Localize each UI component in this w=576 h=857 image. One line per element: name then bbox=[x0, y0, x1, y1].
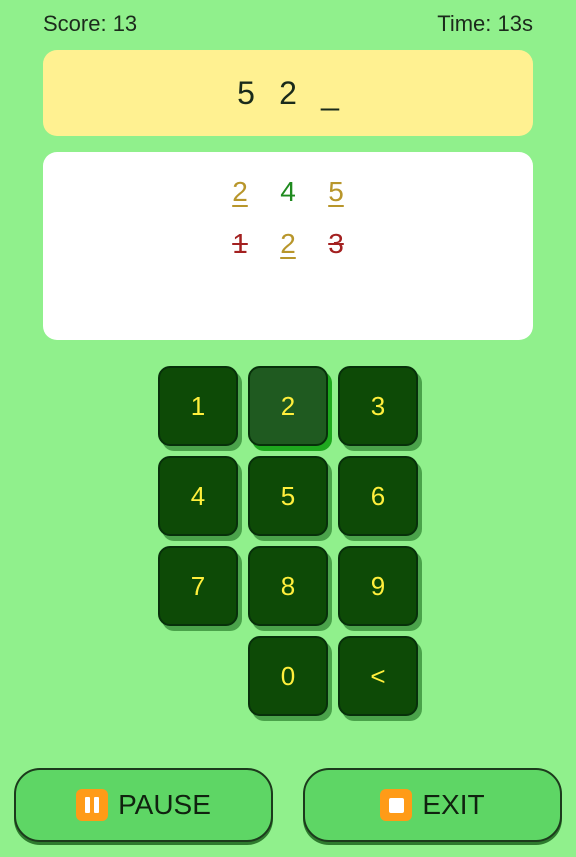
history-digit: 5 bbox=[328, 176, 344, 207]
key-8[interactable]: 8 bbox=[248, 546, 328, 626]
guess-slot-3: _ bbox=[321, 74, 339, 111]
timer-label: Time: 13s bbox=[437, 11, 533, 36]
score-label: Score: 13 bbox=[43, 11, 138, 36]
history-digit: 2 bbox=[280, 228, 296, 259]
exit-button-label: EXIT bbox=[422, 789, 485, 820]
key-4[interactable]: 4 bbox=[158, 456, 238, 536]
status-bar: Score: 13 Time: 13s bbox=[43, 10, 533, 38]
history-row: 2 4 5 bbox=[43, 166, 533, 218]
key-7[interactable]: 7 bbox=[158, 546, 238, 626]
exit-button[interactable]: EXIT bbox=[303, 768, 562, 842]
key-9[interactable]: 9 bbox=[338, 546, 418, 626]
pause-button-label: PAUSE bbox=[118, 789, 211, 820]
guess-history-panel: 2 4 5 1 2 3 bbox=[43, 152, 533, 340]
key-6[interactable]: 6 bbox=[338, 456, 418, 536]
backspace-key[interactable]: < bbox=[338, 636, 418, 716]
pause-button[interactable]: PAUSE bbox=[14, 768, 273, 842]
history-digit: 1 bbox=[232, 228, 248, 259]
history-digit: 4 bbox=[280, 176, 296, 207]
current-guess-display: 5 2 _ bbox=[43, 50, 533, 136]
history-digit: 2 bbox=[232, 176, 248, 207]
key-1[interactable]: 1 bbox=[158, 366, 238, 446]
guess-slot-2: 2 bbox=[279, 74, 297, 111]
key-0[interactable]: 0 bbox=[248, 636, 328, 716]
history-row: 1 2 3 bbox=[43, 218, 533, 270]
key-5[interactable]: 5 bbox=[248, 456, 328, 536]
history-digit: 3 bbox=[328, 228, 344, 259]
game-screen: Score: 13 Time: 13s 5 2 _ 2 4 5 1 2 3 1 … bbox=[0, 0, 576, 857]
guess-slot-1: 5 bbox=[237, 74, 255, 111]
pause-icon bbox=[76, 789, 109, 821]
key-3[interactable]: 3 bbox=[338, 366, 418, 446]
stop-icon bbox=[380, 789, 413, 821]
key-2[interactable]: 2 bbox=[248, 366, 328, 446]
